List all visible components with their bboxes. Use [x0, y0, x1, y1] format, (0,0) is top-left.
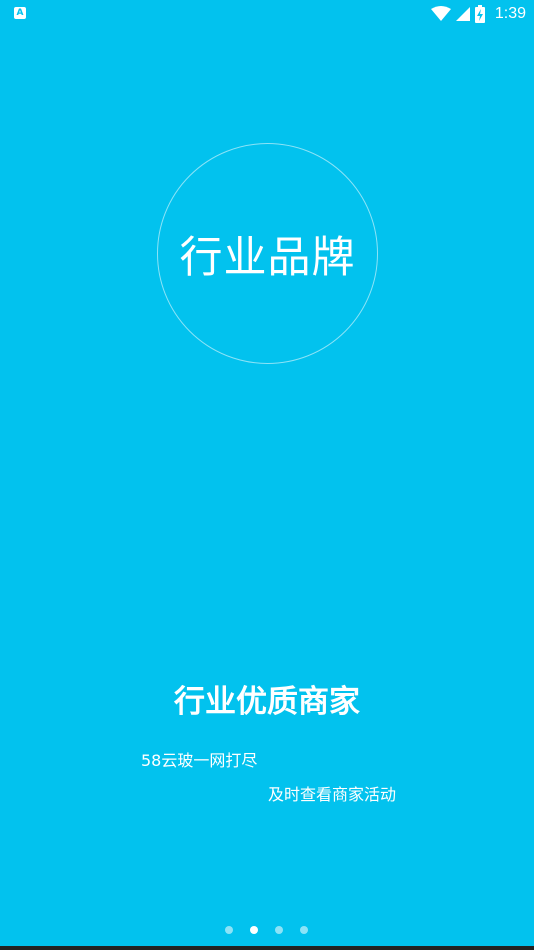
navigation-bar: [0, 946, 534, 950]
signal-icon: [455, 7, 470, 21]
status-icons: 1:39: [430, 4, 526, 24]
page-dot[interactable]: [250, 926, 258, 934]
headline: 行业优质商家: [174, 684, 360, 720]
wifi-icon: [430, 6, 451, 21]
status-time: 1:39: [494, 5, 526, 22]
page-dot[interactable]: [275, 926, 283, 934]
page-dot[interactable]: [225, 926, 233, 934]
circle-title: 行业品牌: [179, 232, 356, 283]
notification-app-icon: A: [14, 7, 26, 19]
page-dot[interactable]: [300, 926, 308, 934]
splash-screen: A 1:39 行业品牌 行业优质商家 58云玻一网打尽 及时查看商家活动: [0, 0, 534, 946]
description-line-1: 58云玻一网打尽: [141, 751, 258, 770]
battery-icon: [474, 5, 485, 23]
status-bar: A 1:39: [0, 0, 534, 28]
description-line-2: 及时查看商家活动: [268, 785, 397, 804]
brand-circle: 行业品牌: [157, 143, 378, 364]
page-indicator: [225, 926, 308, 934]
